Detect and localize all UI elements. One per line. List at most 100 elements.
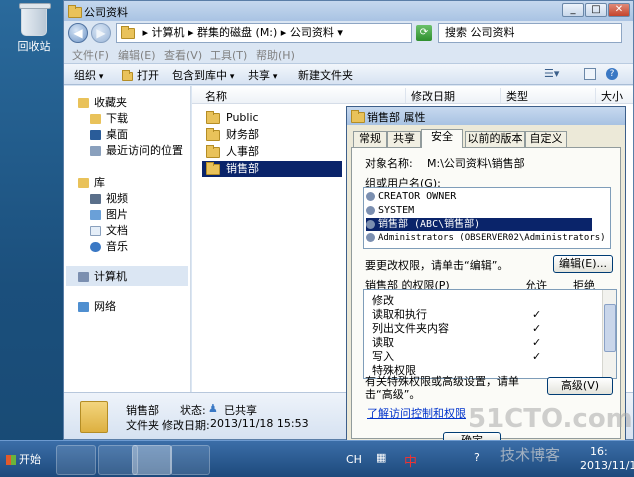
file-name: 销售部 — [226, 162, 259, 175]
server-manager-icon[interactable] — [56, 445, 96, 475]
maximize-button[interactable]: □ — [585, 3, 607, 17]
menu-help[interactable]: 帮助(H) — [256, 47, 295, 63]
file-row[interactable]: 财务部 — [202, 127, 342, 143]
folder-icon — [121, 25, 135, 39]
nav-pictures[interactable]: 图片 — [90, 206, 128, 222]
close-button[interactable]: ✕ — [608, 3, 630, 17]
view-options-icon[interactable]: ☰▾ — [544, 67, 559, 80]
advanced-button[interactable]: 高级(V) — [547, 377, 613, 395]
access-control-link[interactable]: 了解访问控制和权限 — [367, 405, 466, 421]
permission-row: 列出文件夹内容 — [372, 322, 449, 335]
tab-previous-versions[interactable]: 以前的版本 — [465, 131, 525, 147]
menu-file[interactable]: 文件(F) — [72, 47, 109, 63]
file-row[interactable]: 人事部 — [202, 144, 342, 160]
tools-icon[interactable] — [170, 445, 210, 475]
star-icon — [78, 98, 89, 108]
object-name-value: M:\公司资料\销售部 — [427, 157, 525, 170]
nav-videos[interactable]: 视频 — [90, 190, 128, 206]
column-modified[interactable]: 修改日期 — [405, 88, 500, 103]
user-item[interactable]: CREATOR OWNER — [366, 190, 592, 203]
permission-scrollbar[interactable] — [602, 290, 616, 378]
permission-row: 写入 — [372, 350, 394, 363]
navigation-pane: 收藏夹 下载 桌面 最近访问的位置 库 视频 图片 文档 音乐 计算机 网络 — [64, 86, 191, 392]
nav-libraries-label: 库 — [94, 176, 105, 189]
nav-documents[interactable]: 文档 — [90, 222, 128, 238]
menu-tools[interactable]: 工具(T) — [210, 47, 247, 63]
user-name: Administrators (OBSERVER02\Administrator… — [378, 233, 606, 243]
details-name: 销售部 — [126, 404, 159, 417]
nav-desktop[interactable]: 桌面 — [90, 126, 128, 142]
column-size[interactable]: 大小 — [595, 88, 633, 103]
ime-indicator[interactable]: 中 — [404, 451, 417, 470]
user-item-selected[interactable]: 销售部 (ABC\销售部) — [366, 218, 592, 231]
tab-general[interactable]: 常规 — [353, 131, 387, 147]
nav-desktop-label: 桌面 — [106, 128, 128, 141]
include-in-library-button[interactable]: 包含到库中 — [172, 67, 234, 83]
watermark-logo: 51CTO.com — [468, 404, 633, 434]
tab-customize[interactable]: 自定义 — [525, 131, 567, 147]
details-modified-value: 2013/11/18 15:53 — [210, 417, 309, 430]
tab-sharing[interactable]: 共享 — [387, 131, 421, 147]
nav-recent[interactable]: 最近访问的位置 — [90, 142, 183, 158]
nav-libraries[interactable]: 库 — [78, 174, 105, 190]
title-bar[interactable]: 公司资料 _ □ ✕ — [64, 1, 633, 21]
column-header: 名称 修改日期 类型 大小 — [192, 86, 633, 104]
file-row[interactable]: Public — [202, 110, 342, 126]
language-indicator[interactable]: CH — [346, 453, 362, 466]
desktop-icon — [90, 130, 101, 140]
permission-list: 修改 读取和执行 列出文件夹内容 读取 写入 特殊权限 ✓ ✓ ✓ ✓ — [363, 289, 617, 379]
tab-security[interactable]: 安全 — [421, 129, 463, 148]
open-button[interactable]: 打开 — [122, 67, 159, 83]
nav-network[interactable]: 网络 — [78, 298, 116, 314]
menu-edit[interactable]: 编辑(E) — [118, 47, 156, 63]
forward-button[interactable]: ▶ — [91, 23, 111, 43]
details-state-label: 状态: — [180, 404, 206, 417]
share-button[interactable]: 共享 — [248, 67, 277, 83]
nav-favorites[interactable]: 收藏夹 — [78, 94, 127, 110]
window-title: 公司资料 — [84, 6, 128, 19]
minimize-button[interactable]: _ — [562, 3, 584, 17]
user-name: CREATOR OWNER — [378, 191, 457, 202]
nav-downloads-label: 下载 — [106, 112, 128, 125]
nav-computer[interactable]: 计算机 — [66, 266, 188, 286]
properties-dialog: 销售部 属性 常规 共享 安全 以前的版本 自定义 对象名称: M:\公司资料\… — [346, 106, 626, 447]
nav-music[interactable]: 音乐 — [90, 238, 128, 254]
address-bar[interactable]: ▸ 计算机 ▸ 群集的磁盘 (M:) ▸ 公司资料 ▾ — [116, 23, 412, 43]
help-tray-icon[interactable]: ? — [474, 451, 480, 464]
start-button[interactable]: 开始 — [2, 449, 42, 471]
permission-row: 修改 — [372, 294, 394, 307]
nav-pictures-label: 图片 — [106, 208, 128, 221]
refresh-button[interactable]: ⟳ — [416, 25, 432, 41]
column-type[interactable]: 类型 — [500, 88, 595, 103]
user-item[interactable]: SYSTEM — [366, 204, 592, 217]
organize-button[interactable]: 组织 — [74, 67, 103, 83]
allow-checkmark: ✓ — [532, 350, 542, 363]
permission-name: 列出文件夹内容 — [372, 322, 449, 335]
help-icon[interactable]: ? — [606, 68, 618, 80]
user-name: SYSTEM — [378, 205, 415, 216]
new-folder-button[interactable]: 新建文件夹 — [298, 67, 353, 83]
address-path: ▸ 计算机 ▸ 群集的磁盘 (M:) ▸ 公司资料 ▾ — [142, 26, 343, 39]
scrollbar-thumb[interactable] — [604, 304, 616, 352]
nav-downloads[interactable]: 下载 — [90, 110, 128, 126]
open-label: 打开 — [137, 69, 159, 82]
explorer-taskbar-icon[interactable] — [132, 445, 172, 475]
user-icon — [366, 205, 375, 215]
dialog-title-bar[interactable]: 销售部 属性 — [347, 107, 625, 125]
nav-network-label: 网络 — [94, 300, 116, 313]
nav-videos-label: 视频 — [106, 192, 128, 205]
ime-icon[interactable]: ▦ — [376, 451, 386, 464]
permission-name: 读取和执行 — [372, 308, 427, 321]
user-item[interactable]: Administrators (OBSERVER02\Administrator… — [366, 232, 610, 245]
back-button[interactable]: ◀ — [68, 23, 88, 43]
menu-view[interactable]: 查看(V) — [164, 47, 202, 63]
details-modified-label: 修改日期: — [162, 419, 210, 432]
file-row-selected[interactable]: 销售部 — [202, 161, 342, 177]
folder-icon — [206, 110, 220, 124]
search-input[interactable]: 搜索 公司资料 — [438, 23, 622, 43]
preview-pane-icon[interactable] — [584, 68, 596, 80]
edit-button[interactable]: 编辑(E)... — [553, 255, 613, 273]
folder-large-icon — [80, 401, 108, 433]
recycle-bin[interactable]: 回收站 — [8, 3, 60, 64]
column-name[interactable]: 名称 — [200, 88, 405, 103]
